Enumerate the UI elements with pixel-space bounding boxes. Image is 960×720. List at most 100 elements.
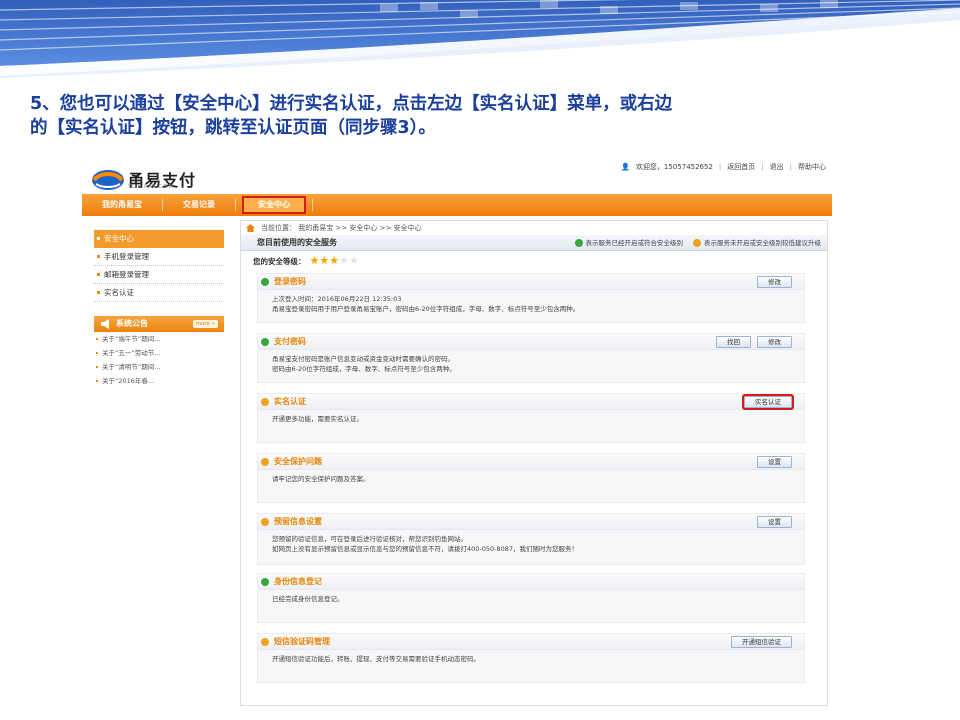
- panel-reserved-info: 预留信息设置 设置您预留的验证信息，可在登录后进行验证核对，帮您识别钓鱼网站。如网…: [257, 513, 805, 565]
- panel-buttons: 设置: [757, 456, 792, 468]
- main-content: 当前位置： 我的甬易宝 >> 安全中心 >> 安全中心 您目前使用的安全服务 表…: [240, 220, 828, 706]
- panel-text: 甬易宝支付密码是账户信息变动或资金变动时需要确认的密码。: [272, 355, 454, 363]
- panel-login-password: 登录密码 修改上次登入时间：2016年06月22日 12:35:03 甬易宝登录密码…: [257, 273, 805, 323]
- sidebar-item-security-center[interactable]: 安全中心: [94, 230, 224, 248]
- section-title: 您目前使用的安全服务: [257, 238, 337, 247]
- panel-text: 请牢记您的安全保护问题及答案。: [272, 475, 370, 483]
- sidebar-item-label: 安全中心: [104, 234, 134, 243]
- bullet-icon: [97, 237, 100, 240]
- panel-buttons: 找回 修改: [716, 336, 792, 348]
- site-header: 甬易支付 YOYIPAY.COM 👤 欢迎您，15057452652 | 返回首…: [80, 160, 832, 194]
- panel-body: 已经完成身份信息登记。: [258, 590, 804, 608]
- warning-icon: [261, 398, 269, 406]
- megaphone-icon: [101, 319, 109, 329]
- home-icon: [246, 224, 255, 232]
- sidebar-item-label: 手机登录管理: [104, 252, 149, 261]
- check-icon: [261, 278, 269, 286]
- notice-item[interactable]: 关于“五一”劳动节...: [94, 346, 224, 360]
- panel-realname: 实名认证 实名认证开通更多功能，需要实名认证。: [257, 393, 805, 443]
- nav-my-account[interactable]: 我的甬易宝: [82, 194, 162, 216]
- check-icon: [261, 338, 269, 346]
- legend-on: 表示服务已经开启或符合安全级别: [574, 235, 684, 251]
- notice-item[interactable]: 关于“端午节”期间...: [94, 332, 224, 346]
- slide-title: 5、您也可以通过【安全中心】进行实名认证，点击左边【实名认证】菜单，或右边 的【…: [30, 92, 930, 140]
- panel-text: 如网页上没有显示预留信息或显示信息与您的预留信息不符，请拨打400-050-80…: [272, 545, 579, 553]
- link-logout[interactable]: 退出: [770, 162, 784, 172]
- panel-button[interactable]: 找回: [716, 336, 751, 348]
- sidebar-item-label: 实名认证: [104, 288, 134, 297]
- slide-title-line1: 5、您也可以通过【安全中心】进行实名认证，点击左边【实名认证】菜单，或右边: [30, 94, 673, 114]
- user-links: 👤 欢迎您，15057452652 | 返回首页 | 退出 | 帮助中心: [621, 162, 826, 172]
- panel-pay-password: 支付密码 找回 修改甬易宝支付密码是账户信息变动或资金变动时需要确认的密码。 密码由6…: [257, 333, 805, 383]
- sidebar: 安全中心 手机登录管理 邮箱登录管理 实名认证 系统公告 more » 关于“端…: [94, 230, 224, 388]
- panel-text: 您预留的验证信息，可在登录后进行验证核对，帮您识别钓鱼网站。: [272, 535, 467, 543]
- panel-title: 预留信息设置: [274, 517, 322, 526]
- panel-button[interactable]: 设置: [757, 516, 792, 528]
- panel-sms-code: 短信验证码管理 开通短信验证开通短信验证功能后，转账、提现、支付等交易需要验证手机…: [257, 633, 805, 683]
- panel-title: 支付密码: [274, 337, 306, 346]
- panel-header: 身份信息登记: [258, 574, 804, 590]
- panel-body: 您预留的验证信息，可在登录后进行验证核对，帮您识别钓鱼网站。如网页上没有显示预留…: [258, 530, 804, 558]
- warning-icon: [261, 518, 269, 526]
- breadcrumb-text: 当前位置： 我的甬易宝 >> 安全中心 >> 安全中心: [261, 224, 422, 232]
- notice-more-link[interactable]: more »: [192, 320, 218, 328]
- user-icon: 👤: [621, 163, 630, 171]
- nav-divider: [312, 199, 313, 211]
- notice-item[interactable]: 关于“2016年春...: [94, 374, 224, 388]
- panel-body: 开通更多功能，需要实名认证。: [258, 410, 804, 428]
- panel-identity-info: 身份信息登记已经完成身份信息登记。: [257, 573, 805, 623]
- panel-text: 密码由6-20位字符组成，字母、数字、标点符号至少包含两种。: [272, 365, 456, 373]
- link-separator: |: [789, 163, 792, 171]
- panel-button[interactable]: 设置: [757, 456, 792, 468]
- nav-transactions[interactable]: 交易记录: [163, 194, 235, 216]
- panel-button[interactable]: 修改: [757, 336, 792, 348]
- sidebar-item-realname[interactable]: 实名认证: [94, 284, 224, 302]
- link-help[interactable]: 帮助中心: [798, 162, 826, 172]
- decorative-header-band: [0, 0, 960, 78]
- panel-button[interactable]: 实名认证: [742, 394, 794, 410]
- panel-title: 身份信息登记: [274, 577, 322, 586]
- warning-icon: [261, 458, 269, 466]
- notice-item[interactable]: 关于“清明节”期间...: [94, 360, 224, 374]
- website-screenshot: 甬易支付 YOYIPAY.COM 👤 欢迎您，15057452652 | 返回首…: [80, 160, 832, 708]
- warning-icon: [693, 239, 701, 247]
- main-nav: 我的甬易宝 交易记录 安全中心: [82, 194, 832, 216]
- star-empty-icon: ★: [349, 254, 359, 267]
- logo-subtext: YOYIPAY.COM: [128, 184, 175, 190]
- panel-body: 甬易宝支付密码是账户信息变动或资金变动时需要确认的密码。 密码由6-20位字符组成…: [258, 350, 804, 378]
- legend-on-text: 表示服务已经开启或符合安全级别: [585, 239, 684, 247]
- panel-header: 预留信息设置 设置: [258, 514, 804, 530]
- link-home[interactable]: 返回首页: [727, 162, 755, 172]
- panel-security-question: 安全保护问题 设置请牢记您的安全保护问题及答案。: [257, 453, 805, 503]
- panel-body: 开通短信验证功能后，转账、提现、支付等交易需要验证手机动态密码。: [258, 650, 804, 668]
- security-level-stars: ★★★★★: [310, 251, 359, 273]
- panel-header: 支付密码 找回 修改: [258, 334, 804, 350]
- panel-title: 安全保护问题: [274, 457, 322, 466]
- legend: 表示服务已经开启或符合安全级别 表示服务未开启或安全级别较低建议升级: [574, 235, 821, 251]
- panel-title: 登录密码: [274, 277, 306, 286]
- star-filled-icon: ★: [319, 254, 330, 267]
- panel-text: 开通更多功能，需要实名认证。: [272, 415, 363, 423]
- warning-icon: [261, 638, 269, 646]
- panel-header: 登录密码 修改: [258, 274, 804, 290]
- panel-button[interactable]: 修改: [757, 276, 792, 288]
- notice-title: 系统公告: [116, 319, 148, 328]
- panel-button[interactable]: 开通短信验证: [731, 636, 792, 648]
- security-level-label: 您的安全等级：: [253, 257, 306, 266]
- check-icon: [261, 578, 269, 586]
- panel-title: 实名认证: [274, 397, 306, 406]
- legend-off: 表示服务未开启或安全级别较低建议升级: [693, 235, 821, 251]
- star-filled-icon: ★: [309, 254, 320, 267]
- nav-security-wrap: 安全中心: [236, 196, 312, 214]
- panel-text: 甬易宝登录密码用于用户登录甬易宝账户，密码由6-20位字符组成，字母、数字、标点…: [272, 305, 580, 313]
- sidebar-item-email-login[interactable]: 邮箱登录管理: [94, 266, 224, 284]
- notice-header: 系统公告 more »: [94, 316, 224, 332]
- panel-text: 已经完成身份信息登记。: [272, 595, 344, 603]
- nav-security-center[interactable]: 安全中心: [242, 196, 306, 214]
- sidebar-item-label: 邮箱登录管理: [104, 270, 149, 279]
- section-header: 您目前使用的安全服务 表示服务已经开启或符合安全级别 表示服务未开启或安全级别较…: [241, 235, 827, 251]
- sidebar-item-phone-login[interactable]: 手机登录管理: [94, 248, 224, 266]
- legend-off-text: 表示服务未开启或安全级别较低建议升级: [704, 239, 821, 247]
- panel-body: 上次登入时间：2016年06月22日 12:35:03 甬易宝登录密码用于用户登录…: [258, 290, 804, 318]
- panel-title: 短信验证码管理: [274, 637, 330, 646]
